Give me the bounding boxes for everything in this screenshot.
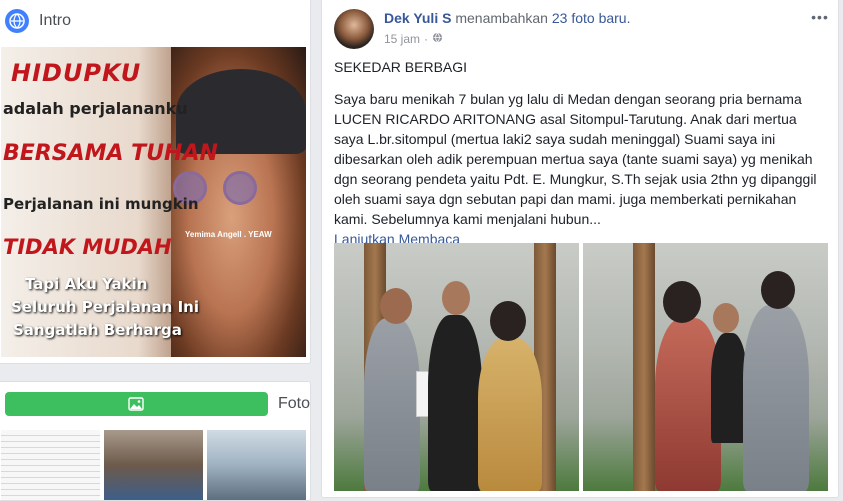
wedding-photo-2[interactable] — [583, 243, 828, 491]
post-heading: SEKEDAR BERBAGI — [334, 59, 468, 75]
globe-icon — [5, 9, 29, 33]
meme-line-3: BERSAMA TUHAN — [3, 141, 218, 166]
meme-watermark: Yemima Angell . YEAW — [185, 230, 272, 239]
groom-head — [380, 288, 412, 324]
ellipsis-icon[interactable]: ••• — [810, 9, 830, 25]
post-meta: 15 jam · — [384, 32, 443, 46]
intro-title: Intro — [39, 12, 72, 29]
meme-line-6: Tapi Aku Yakin — [25, 275, 148, 293]
author-name-link[interactable]: Dek Yuli S — [384, 10, 451, 26]
groom-head — [761, 271, 795, 309]
author-avatar[interactable] — [334, 9, 374, 49]
photo-count-link[interactable]: 23 foto baru. — [552, 10, 631, 26]
intro-header: Intro — [0, 0, 310, 43]
photo-thumbnail[interactable] — [1, 430, 100, 500]
photo-thumbnail[interactable] — [207, 430, 306, 500]
photo-thumbnail[interactable] — [104, 430, 203, 500]
bride-figure — [478, 338, 542, 491]
photos-header: Foto — [0, 382, 310, 426]
groom-figure — [743, 305, 809, 491]
photos-thumbnails — [1, 430, 306, 500]
post-author-line: Dek Yuli S menambahkan 23 foto baru. — [384, 10, 630, 26]
meta-separator: · — [424, 32, 429, 46]
meme-line-1: HIDUPKU — [11, 59, 142, 87]
bride-head — [490, 301, 526, 341]
meme-line-7: Seluruh Perjalanan Ini — [11, 298, 199, 316]
post-body: SEKEDAR BERBAGI Saya baru menikah 7 bula… — [334, 57, 830, 249]
intro-featured-image[interactable]: HIDUPKU adalah perjalananku BERSAMA TUHA… — [1, 47, 306, 357]
bride-head — [663, 281, 701, 323]
pastor-head — [713, 303, 739, 333]
meme-line-4: Perjalanan ini mungkin — [3, 195, 199, 213]
meme-line-5: TIDAK MUDAH — [3, 235, 172, 259]
pastor-figure — [428, 315, 482, 491]
meme-line-2: adalah perjalananku — [3, 99, 188, 118]
meme-line-8: Sangatlah Berharga — [13, 321, 182, 339]
globe-icon[interactable] — [432, 32, 443, 46]
photo-icon — [5, 392, 268, 416]
post-text: Saya baru menikah 7 bulan yg lalu di Med… — [334, 91, 817, 227]
wedding-photo-1[interactable] — [334, 243, 579, 491]
post-action-text: menambahkan — [455, 10, 548, 26]
pastor-figure — [711, 333, 747, 443]
photos-card: Foto — [0, 381, 311, 501]
post-photo-grid — [334, 243, 828, 491]
pastor-head — [442, 281, 470, 315]
groom-figure — [364, 318, 420, 491]
photos-title[interactable]: Foto — [278, 395, 310, 413]
post-header: Dek Yuli S menambahkan 23 foto baru. 15 … — [334, 9, 830, 51]
post-card: Dek Yuli S menambahkan 23 foto baru. 15 … — [321, 0, 839, 498]
intro-card: Intro HIDUPKU adalah perjalananku BERSAM… — [0, 0, 311, 364]
pillar — [633, 243, 655, 491]
post-timestamp[interactable]: 15 jam — [384, 32, 420, 46]
